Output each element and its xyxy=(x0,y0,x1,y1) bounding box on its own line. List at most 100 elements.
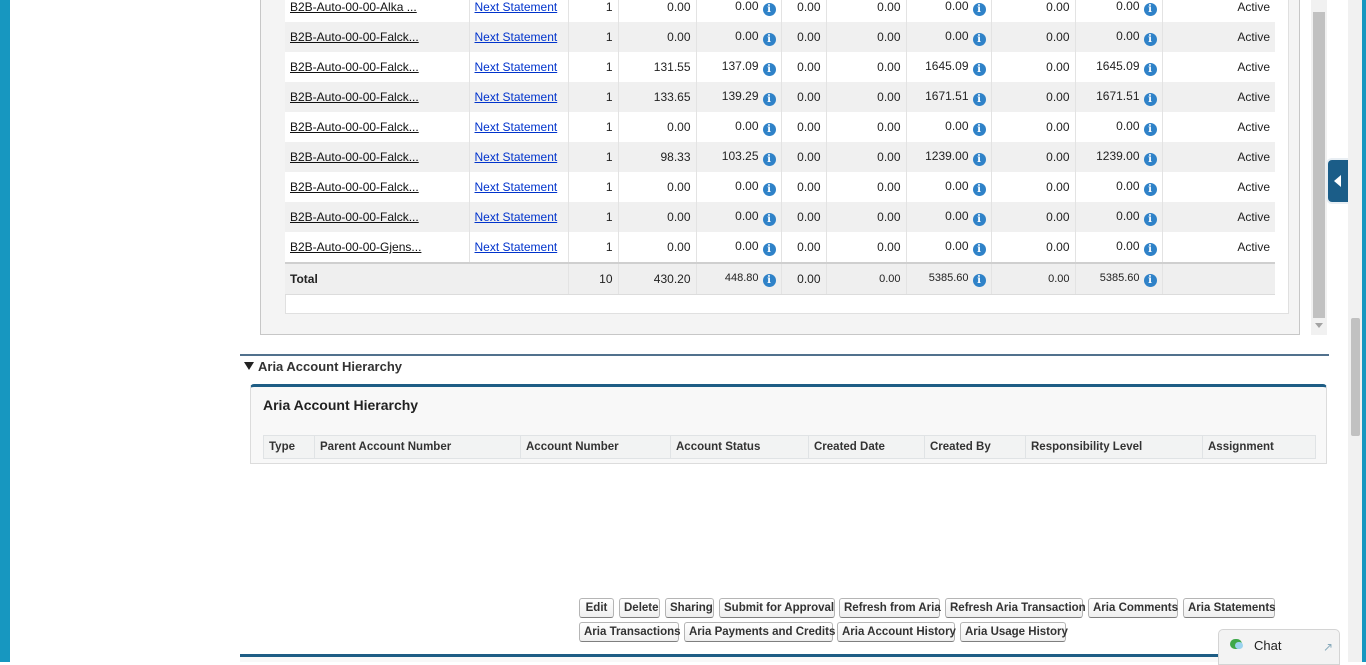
next-statement-link[interactable]: Next Statement xyxy=(475,30,558,44)
account-link[interactable]: B2B-Auto-00-00-Falck... xyxy=(290,90,419,104)
action-button[interactable]: Aria Statements xyxy=(1183,598,1276,618)
account-link[interactable]: B2B-Auto-00-00-Alka ... xyxy=(290,0,417,14)
action-button[interactable]: Aria Account History xyxy=(837,622,956,642)
amount5-value: 0.00 xyxy=(945,178,969,193)
action-button[interactable]: Aria Payments and Credits xyxy=(684,622,835,642)
info-icon[interactable]: i xyxy=(972,273,986,287)
info-icon[interactable]: i xyxy=(972,2,986,16)
account-link[interactable]: B2B-Auto-00-00-Falck... xyxy=(290,30,419,44)
action-button[interactable]: Aria Transactions xyxy=(579,622,681,642)
info-icon[interactable]: i xyxy=(972,152,986,166)
account-link[interactable]: B2B-Auto-00-00-Falck... xyxy=(290,60,419,74)
amount1-value: 98.33 xyxy=(660,150,691,164)
info-icon[interactable]: i xyxy=(1143,92,1157,106)
action-button[interactable]: Submit for Approval xyxy=(719,598,835,618)
info-icon[interactable]: i xyxy=(972,242,986,256)
action-button[interactable]: Edit xyxy=(579,598,614,618)
info-icon[interactable]: i xyxy=(972,212,986,226)
total-status xyxy=(1162,262,1275,295)
action-button[interactable]: Delete xyxy=(619,598,660,618)
info-icon[interactable]: i xyxy=(762,92,776,106)
status-cell: Active xyxy=(1162,172,1275,202)
status-cell: Active xyxy=(1162,112,1275,142)
column-header[interactable]: Responsibility Level xyxy=(1025,435,1203,459)
action-button[interactable]: Refresh Aria Transaction xyxy=(945,598,1086,618)
account-link[interactable]: B2B-Auto-00-00-Falck... xyxy=(290,120,419,134)
account-link[interactable]: B2B-Auto-00-00-Gjens... xyxy=(290,240,421,254)
info-icon[interactable]: i xyxy=(1143,32,1157,46)
info-icon[interactable]: i xyxy=(762,122,776,136)
info-icon[interactable]: i xyxy=(1143,212,1157,226)
next-statement-link[interactable]: Next Statement xyxy=(475,120,558,134)
action-button[interactable]: Aria Comments xyxy=(1088,598,1178,618)
info-icon[interactable]: i xyxy=(762,182,776,196)
column-header[interactable]: Created By xyxy=(924,435,1026,459)
next-statement-link[interactable]: Next Statement xyxy=(475,150,558,164)
statements-scroll-thumb[interactable] xyxy=(1313,12,1325,318)
info-icon[interactable]: i xyxy=(762,273,776,287)
scroll-down-arrow-icon[interactable] xyxy=(1315,323,1323,328)
collapse-left-icon[interactable] xyxy=(1334,175,1341,187)
total-amount6-value: 0.00 xyxy=(1048,273,1070,285)
chat-widget[interactable]: Chat ↗ xyxy=(1218,629,1340,665)
next-statement-link[interactable]: Next Statement xyxy=(475,240,558,254)
info-icon[interactable]: i xyxy=(762,212,776,226)
column-header[interactable]: Created Date xyxy=(808,435,925,459)
hierarchy-section-toggle[interactable]: Aria Account Hierarchy xyxy=(244,359,402,377)
info-icon[interactable]: i xyxy=(1143,2,1157,16)
info-icon[interactable]: i xyxy=(1143,273,1157,287)
expand-icon[interactable]: ↗ xyxy=(1323,640,1333,654)
caret-down-icon[interactable] xyxy=(244,362,254,370)
info-icon[interactable]: i xyxy=(972,62,986,76)
info-icon[interactable]: i xyxy=(972,122,986,136)
account-link[interactable]: B2B-Auto-00-00-Falck... xyxy=(290,180,419,194)
info-icon[interactable]: i xyxy=(762,32,776,46)
amount4-value: 0.00 xyxy=(877,30,901,44)
info-icon[interactable]: i xyxy=(972,92,986,106)
info-icon[interactable]: i xyxy=(762,62,776,76)
info-icon[interactable]: i xyxy=(1143,62,1157,76)
info-icon[interactable]: i xyxy=(1143,242,1157,256)
amount7-cell: 0.00 i xyxy=(1075,232,1163,263)
amount1-value: 0.00 xyxy=(667,210,691,224)
info-icon[interactable]: i xyxy=(762,152,776,166)
account-link[interactable]: B2B-Auto-00-00-Falck... xyxy=(290,210,419,224)
action-button[interactable]: Refresh from Aria xyxy=(839,598,941,618)
next-statement-link[interactable]: Next Statement xyxy=(475,210,558,224)
table-row: B2B-Auto-00-00-Falck... Next Statement 1 98… xyxy=(285,142,1275,172)
amount3-cell: 0.00 xyxy=(781,142,827,172)
next-statement-link[interactable]: Next Statement xyxy=(475,0,558,14)
action-button[interactable]: Aria Usage History xyxy=(960,622,1068,642)
info-icon[interactable]: i xyxy=(1143,152,1157,166)
amount2-value: 0.00 xyxy=(735,238,759,253)
sidebar-toggle[interactable] xyxy=(1328,160,1348,202)
chat-bubble-secondary-icon xyxy=(1235,642,1243,649)
column-header[interactable]: Account Status xyxy=(670,435,809,459)
amount3-value: 0.00 xyxy=(797,0,821,14)
next-statement-link[interactable]: Next Statement xyxy=(475,60,558,74)
page-scroll-thumb[interactable] xyxy=(1351,318,1360,436)
info-icon[interactable]: i xyxy=(972,182,986,196)
action-button[interactable]: Sharing xyxy=(665,598,714,618)
next-statement-link[interactable]: Next Statement xyxy=(475,90,558,104)
amount5-value: 0.00 xyxy=(945,28,969,43)
amount3-value: 0.00 xyxy=(797,120,821,134)
info-icon[interactable]: i xyxy=(1143,122,1157,136)
column-header[interactable]: Assignment xyxy=(1202,435,1316,459)
next-statement-link[interactable]: Next Statement xyxy=(475,180,558,194)
info-icon[interactable]: i xyxy=(762,2,776,16)
column-header[interactable]: Account Number xyxy=(520,435,671,459)
amount4-value: 0.00 xyxy=(877,240,901,254)
info-icon[interactable]: i xyxy=(762,242,776,256)
statements-scrollbar[interactable] xyxy=(1311,0,1327,335)
info-icon[interactable]: i xyxy=(1143,182,1157,196)
column-header[interactable]: Parent Account Number xyxy=(314,435,521,459)
amount2-value: 137.09 xyxy=(721,58,759,73)
amount1-value: 131.55 xyxy=(653,60,691,74)
status-cell: Active xyxy=(1162,82,1275,112)
amount7-value: 1645.09 xyxy=(1096,58,1140,73)
account-link[interactable]: B2B-Auto-00-00-Falck... xyxy=(290,150,419,164)
page-scrollbar[interactable] xyxy=(1348,0,1362,662)
column-header[interactable]: Type xyxy=(263,435,315,459)
info-icon[interactable]: i xyxy=(972,32,986,46)
